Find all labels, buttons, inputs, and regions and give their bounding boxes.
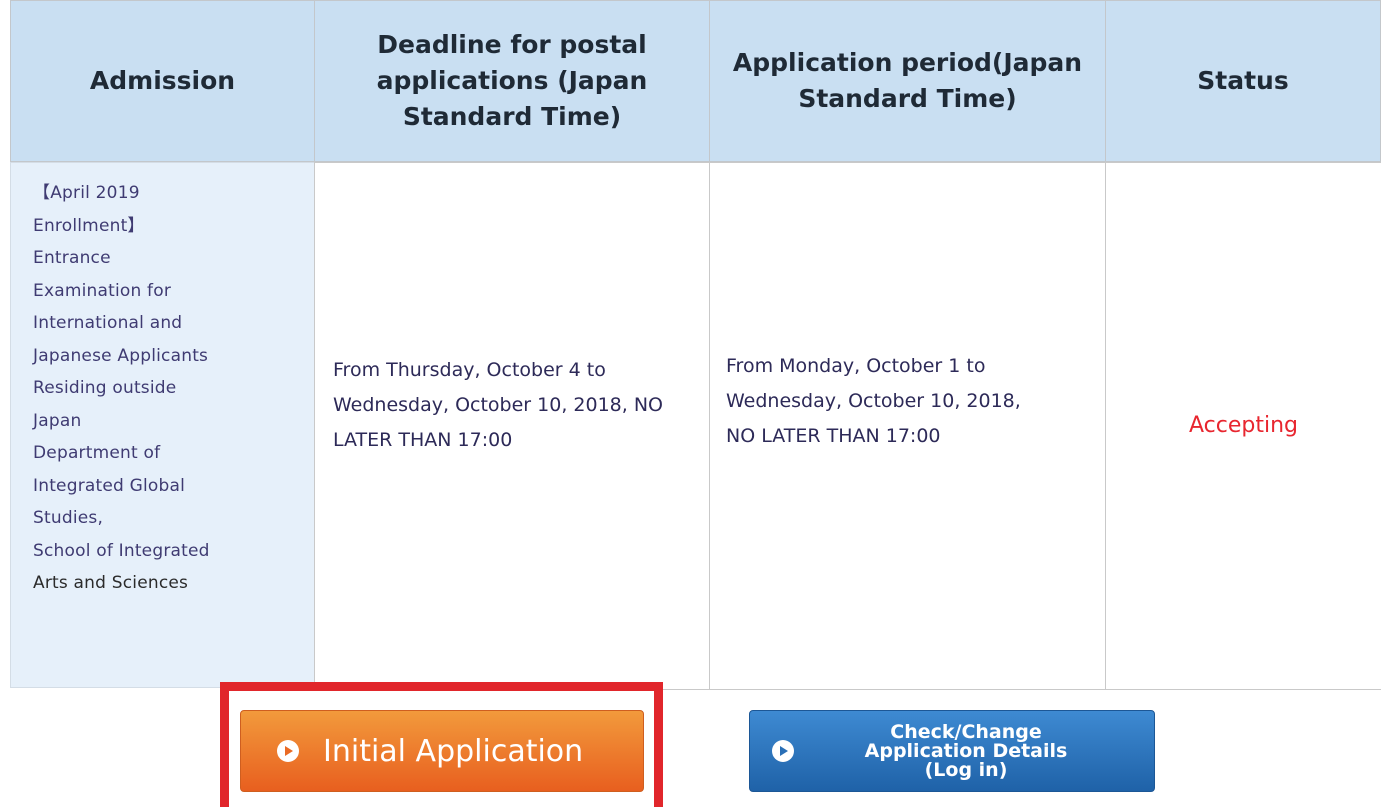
header-status: Status xyxy=(1105,0,1381,162)
admission-text: 【April 2019 Enrollment】 Entrance Examinatio… xyxy=(33,177,303,600)
admission-cell: 【April 2019 Enrollment】 Entrance Examinatio… xyxy=(10,162,315,688)
admission-line: School of Integrated xyxy=(33,540,210,561)
application-period-cell: From Monday, October 1 to Wednesday, Oct… xyxy=(709,162,1106,690)
admission-line: Integrated Global xyxy=(33,475,186,496)
status-cell: Accepting xyxy=(1105,162,1381,690)
postal-deadline-cell: From Thursday, October 4 to Wednesday, O… xyxy=(314,162,710,690)
admission-line: Entrance xyxy=(33,248,111,268)
admission-line: Department of xyxy=(33,443,161,463)
admission-line: Enrollment】 xyxy=(33,215,145,236)
header-postal-deadline-label: Deadline for postal applications (Japan … xyxy=(376,30,648,131)
admission-line: Studies, xyxy=(33,508,104,528)
header-admission: Admission xyxy=(10,0,315,162)
admission-line: Residing outside xyxy=(33,378,177,398)
admission-line: Examination for xyxy=(33,280,172,301)
admission-line: Japanese Applicants xyxy=(33,345,209,366)
admission-line: Arts and Sciences xyxy=(33,573,189,593)
status-badge: Accepting xyxy=(1188,413,1298,438)
admission-line: 【April 2019 xyxy=(33,183,140,203)
highlight-box xyxy=(220,682,663,807)
header-postal-deadline: Deadline for postal applications (Japan … xyxy=(314,0,710,162)
admission-line: International and xyxy=(33,313,183,333)
header-admission-label: Admission xyxy=(89,66,236,95)
check-change-application-button[interactable]: Check/Change Application Details (Log in… xyxy=(749,710,1155,792)
postal-deadline-text: From Thursday, October 4 to Wednesday, O… xyxy=(333,359,664,451)
header-status-label: Status xyxy=(1197,66,1289,95)
header-application-period: Application period(Japan Standard Time) xyxy=(709,0,1106,162)
play-circle-icon xyxy=(772,740,794,762)
check-change-label: Check/Change Application Details (Log in… xyxy=(864,720,1068,781)
admission-line: Japan xyxy=(33,410,82,431)
header-application-period-label: Application period(Japan Standard Time) xyxy=(732,48,1083,113)
application-period-text: From Monday, October 1 to Wednesday, Oct… xyxy=(726,355,1021,447)
